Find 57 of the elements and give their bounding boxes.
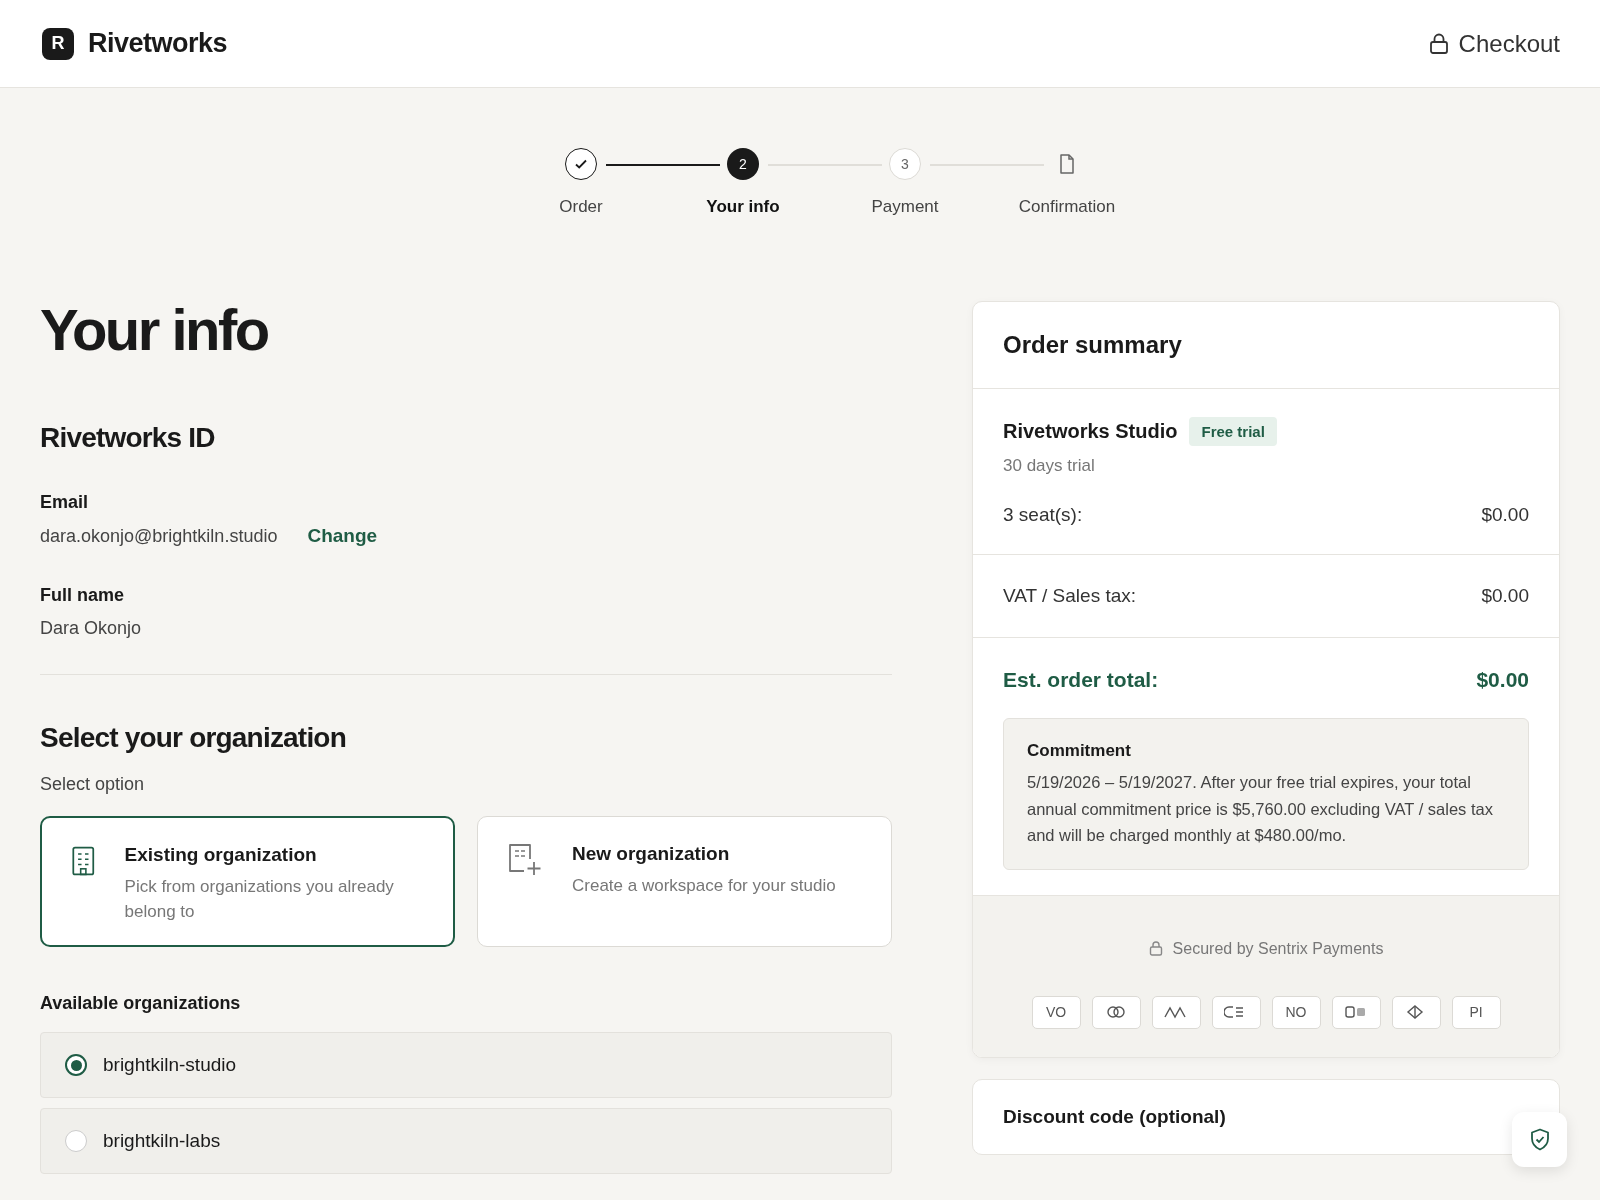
change-link[interactable]: Change: [307, 525, 378, 547]
payment-logo: NO: [1271, 995, 1321, 1029]
brand-name: Rivetworks: [88, 28, 228, 59]
square-dot-icon: [1344, 1005, 1368, 1019]
field-value: Dara Okonjo: [40, 618, 142, 639]
lock-icon: [1148, 941, 1163, 956]
payment-logo: VO: [1031, 995, 1081, 1029]
section-label: Available organizations: [40, 993, 242, 1014]
section-heading: Select your organization: [40, 722, 347, 754]
line-label: VAT / Sales tax:: [1003, 585, 1137, 607]
hint-text: Select option: [40, 774, 146, 795]
logo[interactable]: R: [42, 27, 74, 60]
building-plus-icon: [508, 843, 542, 877]
step-number: 3: [889, 148, 921, 180]
page-title: Your info: [40, 301, 269, 359]
product-subtitle: 30 days trial: [1003, 456, 1096, 476]
payment-logo: PI: [1451, 995, 1501, 1029]
step-label: Order: [559, 197, 603, 217]
step-label: Your info: [706, 197, 780, 217]
commitment-title: Commitment: [1027, 741, 1132, 761]
organization-name: brightkiln-studio: [103, 1054, 237, 1076]
step-label: Payment: [871, 197, 939, 217]
line-value: $0.00: [1481, 504, 1529, 526]
shield-button[interactable]: [1512, 1112, 1567, 1167]
line-value: $0.00: [1481, 585, 1529, 607]
lock-icon: [1428, 32, 1449, 55]
building-icon: [72, 844, 95, 878]
step-label: Confirmation: [1018, 197, 1116, 217]
discount-code-toggle[interactable]: Discount code (optional): [972, 1078, 1560, 1155]
line-label: 3 seat(s):: [1003, 504, 1083, 526]
organization-name: brightkiln-labs: [103, 1130, 221, 1152]
total-label: Est. order total:: [1003, 668, 1159, 692]
checkout-label: Checkout: [1458, 29, 1560, 58]
commitment-text: 5/19/2026 – 5/19/2027. After your free trial expires, your total annual commitment price is $5,760.00 excluding VAT / sales tax and will be charged monthly at $480.00/mo.: [1027, 772, 1494, 846]
total-value: $0.00: [1476, 668, 1529, 692]
card-title: Order summary: [973, 302, 1559, 389]
option-card[interactable]: New organization Create a workspace for your studio: [477, 816, 892, 947]
product-name: Rivetworks Studio: [1003, 420, 1178, 443]
option-title: New organization: [572, 843, 731, 865]
shield-check-icon: [1529, 1128, 1550, 1151]
step-number: 2: [727, 148, 759, 180]
section-heading: Rivetworks ID: [40, 422, 216, 454]
organization-option[interactable]: brightkiln-studio: [40, 1032, 892, 1098]
field-label: Full name: [40, 585, 125, 606]
secured-text: Secured by Sentrix Payments: [1172, 939, 1384, 958]
trial-badge: Free trial: [1189, 417, 1277, 446]
zigzag-icon: [1164, 1005, 1188, 1019]
radio-button[interactable]: [65, 1054, 87, 1076]
option-title: Existing organization: [124, 844, 318, 866]
option-description: Create a workspace for your studio: [572, 875, 836, 897]
field-value: dara.okonjo@brightkiln.studio: [40, 525, 278, 547]
field-label: Email: [40, 492, 90, 513]
option-card[interactable]: Existing organization Pick from organizations you already belong to: [40, 816, 455, 947]
rings-icon: [1104, 1005, 1128, 1019]
document-icon: [1059, 154, 1075, 174]
organization-option[interactable]: brightkiln-labs: [40, 1108, 892, 1174]
option-description: Pick from organizations you already belong to: [124, 876, 395, 923]
